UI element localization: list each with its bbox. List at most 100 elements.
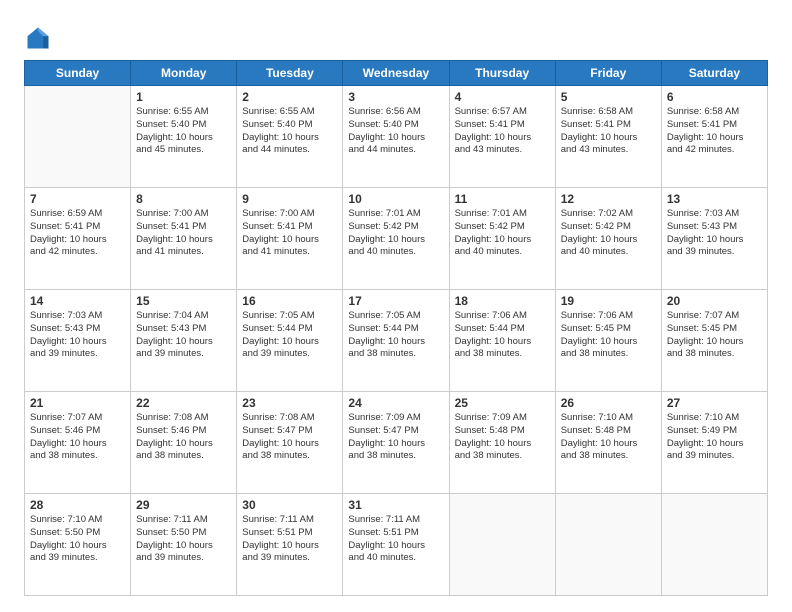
week-row-2: 14 Sunrise: 7:03 AM Sunset: 5:43 PM Dayli… [25,290,768,392]
day-cell [449,494,555,596]
day-cell: 11 Sunrise: 7:01 AM Sunset: 5:42 PM Dayli… [449,188,555,290]
day-content: Sunrise: 7:09 AM Sunset: 5:47 PM Dayligh… [348,412,443,463]
col-header-friday: Friday [555,61,661,86]
day-number: 1 [136,90,231,104]
day-content: Sunrise: 7:00 AM Sunset: 5:41 PM Dayligh… [242,208,337,259]
day-content: Sunrise: 6:55 AM Sunset: 5:40 PM Dayligh… [242,106,337,157]
day-number: 27 [667,396,762,410]
day-cell: 18 Sunrise: 7:06 AM Sunset: 5:44 PM Dayli… [449,290,555,392]
day-content: Sunrise: 7:03 AM Sunset: 5:43 PM Dayligh… [667,208,762,259]
col-header-sunday: Sunday [25,61,131,86]
day-number: 3 [348,90,443,104]
day-content: Sunrise: 7:11 AM Sunset: 5:50 PM Dayligh… [136,514,231,565]
week-row-1: 7Sunrise: 6:59 AM Sunset: 5:41 PM Daylig… [25,188,768,290]
day-number: 13 [667,192,762,206]
day-content: Sunrise: 7:08 AM Sunset: 5:46 PM Dayligh… [136,412,231,463]
day-number: 23 [242,396,337,410]
day-cell: 29Sunrise: 7:11 AM Sunset: 5:50 PM Dayli… [131,494,237,596]
day-number: 31 [348,498,443,512]
day-number: 30 [242,498,337,512]
day-number: 9 [242,192,337,206]
day-number: 28 [30,498,125,512]
day-cell: 10 Sunrise: 7:01 AM Sunset: 5:42 PM Dayli… [343,188,449,290]
day-content: Sunrise: 6:58 AM Sunset: 5:41 PM Dayligh… [667,106,762,157]
day-cell: 30 Sunrise: 7:11 AM Sunset: 5:51 PM Dayli… [237,494,343,596]
day-cell: 2 Sunrise: 6:55 AM Sunset: 5:40 PM Daylig… [237,86,343,188]
week-row-0: 1 Sunrise: 6:55 AM Sunset: 5:40 PM Daylig… [25,86,768,188]
day-content: Sunrise: 7:02 AM Sunset: 5:42 PM Dayligh… [561,208,656,259]
day-number: 12 [561,192,656,206]
day-number: 26 [561,396,656,410]
day-content: Sunrise: 7:11 AM Sunset: 5:51 PM Dayligh… [242,514,337,565]
day-number: 10 [348,192,443,206]
day-content: Sunrise: 7:01 AM Sunset: 5:42 PM Dayligh… [455,208,550,259]
day-cell: 16Sunrise: 7:05 AM Sunset: 5:44 PM Dayli… [237,290,343,392]
day-number: 2 [242,90,337,104]
day-content: Sunrise: 6:58 AM Sunset: 5:41 PM Dayligh… [561,106,656,157]
day-number: 7 [30,192,125,206]
day-cell: 26Sunrise: 7:10 AM Sunset: 5:48 PM Dayli… [555,392,661,494]
day-cell: 17 Sunrise: 7:05 AM Sunset: 5:44 PM Dayli… [343,290,449,392]
day-number: 11 [455,192,550,206]
day-cell: 21 Sunrise: 7:07 AM Sunset: 5:46 PM Dayli… [25,392,131,494]
day-cell: 4 Sunrise: 6:57 AM Sunset: 5:41 PM Daylig… [449,86,555,188]
week-row-4: 28 Sunrise: 7:10 AM Sunset: 5:50 PM Dayli… [25,494,768,596]
day-number: 5 [561,90,656,104]
day-number: 25 [455,396,550,410]
col-header-tuesday: Tuesday [237,61,343,86]
day-number: 4 [455,90,550,104]
day-content: Sunrise: 7:07 AM Sunset: 5:45 PM Dayligh… [667,310,762,361]
day-cell: 5 Sunrise: 6:58 AM Sunset: 5:41 PM Daylig… [555,86,661,188]
day-content: Sunrise: 7:00 AM Sunset: 5:41 PM Dayligh… [136,208,231,259]
day-cell [661,494,767,596]
day-cell: 20Sunrise: 7:07 AM Sunset: 5:45 PM Dayli… [661,290,767,392]
day-content: Sunrise: 6:56 AM Sunset: 5:40 PM Dayligh… [348,106,443,157]
day-cell: 23 Sunrise: 7:08 AM Sunset: 5:47 PM Dayli… [237,392,343,494]
day-cell: 3 Sunrise: 6:56 AM Sunset: 5:40 PM Daylig… [343,86,449,188]
day-content: Sunrise: 7:06 AM Sunset: 5:44 PM Dayligh… [455,310,550,361]
col-header-saturday: Saturday [661,61,767,86]
day-number: 8 [136,192,231,206]
day-cell: 19 Sunrise: 7:06 AM Sunset: 5:45 PM Dayli… [555,290,661,392]
day-cell: 9 Sunrise: 7:00 AM Sunset: 5:41 PM Daylig… [237,188,343,290]
day-cell: 27 Sunrise: 7:10 AM Sunset: 5:49 PM Dayli… [661,392,767,494]
day-cell: 1 Sunrise: 6:55 AM Sunset: 5:40 PM Daylig… [131,86,237,188]
day-number: 18 [455,294,550,308]
col-header-monday: Monday [131,61,237,86]
day-content: Sunrise: 7:01 AM Sunset: 5:42 PM Dayligh… [348,208,443,259]
week-row-3: 21 Sunrise: 7:07 AM Sunset: 5:46 PM Dayli… [25,392,768,494]
day-content: Sunrise: 7:08 AM Sunset: 5:47 PM Dayligh… [242,412,337,463]
day-content: Sunrise: 7:11 AM Sunset: 5:51 PM Dayligh… [348,514,443,565]
day-cell: 6 Sunrise: 6:58 AM Sunset: 5:41 PM Daylig… [661,86,767,188]
day-content: Sunrise: 7:05 AM Sunset: 5:44 PM Dayligh… [348,310,443,361]
day-number: 17 [348,294,443,308]
day-content: Sunrise: 6:57 AM Sunset: 5:41 PM Dayligh… [455,106,550,157]
day-cell: 22 Sunrise: 7:08 AM Sunset: 5:46 PM Dayli… [131,392,237,494]
day-cell [25,86,131,188]
day-content: Sunrise: 7:10 AM Sunset: 5:49 PM Dayligh… [667,412,762,463]
day-number: 21 [30,396,125,410]
day-cell: 7Sunrise: 6:59 AM Sunset: 5:41 PM Daylig… [25,188,131,290]
col-header-wednesday: Wednesday [343,61,449,86]
calendar-table: SundayMondayTuesdayWednesdayThursdayFrid… [24,60,768,596]
day-cell [555,494,661,596]
col-header-thursday: Thursday [449,61,555,86]
day-cell: 25Sunrise: 7:09 AM Sunset: 5:48 PM Dayli… [449,392,555,494]
day-cell: 31 Sunrise: 7:11 AM Sunset: 5:51 PM Dayli… [343,494,449,596]
day-cell: 15Sunrise: 7:04 AM Sunset: 5:43 PM Dayli… [131,290,237,392]
day-content: Sunrise: 7:06 AM Sunset: 5:45 PM Dayligh… [561,310,656,361]
day-content: Sunrise: 6:55 AM Sunset: 5:40 PM Dayligh… [136,106,231,157]
day-number: 6 [667,90,762,104]
day-content: Sunrise: 7:05 AM Sunset: 5:44 PM Dayligh… [242,310,337,361]
day-number: 22 [136,396,231,410]
day-number: 19 [561,294,656,308]
day-cell: 13 Sunrise: 7:03 AM Sunset: 5:43 PM Dayli… [661,188,767,290]
day-content: Sunrise: 7:07 AM Sunset: 5:46 PM Dayligh… [30,412,125,463]
day-number: 14 [30,294,125,308]
day-content: Sunrise: 7:10 AM Sunset: 5:50 PM Dayligh… [30,514,125,565]
header [24,20,768,52]
day-cell: 8 Sunrise: 7:00 AM Sunset: 5:41 PM Daylig… [131,188,237,290]
day-cell: 14 Sunrise: 7:03 AM Sunset: 5:43 PM Dayli… [25,290,131,392]
day-cell: 12 Sunrise: 7:02 AM Sunset: 5:42 PM Dayli… [555,188,661,290]
day-content: Sunrise: 7:03 AM Sunset: 5:43 PM Dayligh… [30,310,125,361]
